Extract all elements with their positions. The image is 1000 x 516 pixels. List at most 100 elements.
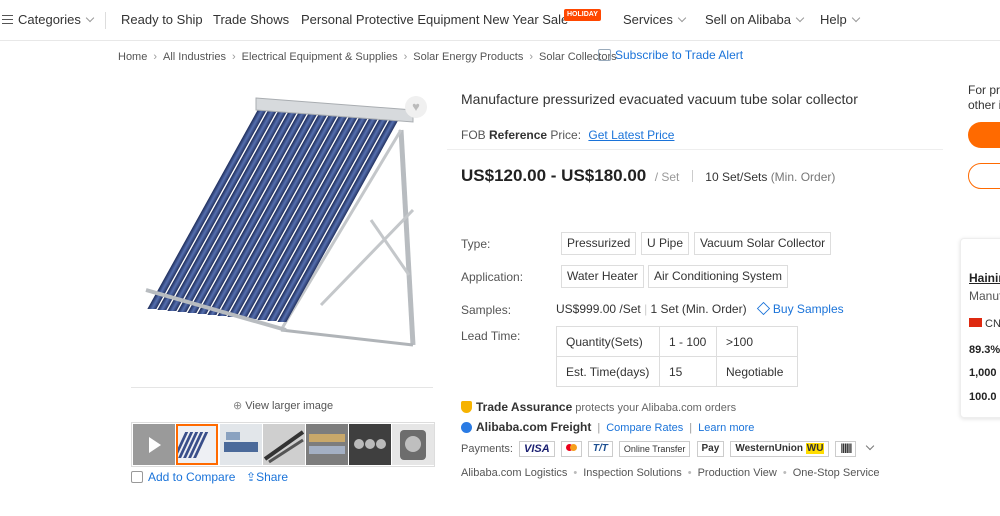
favorite-heart-icon[interactable]: ♥ [405,96,427,118]
table-cell: Negotiable [716,356,798,387]
breadcrumb-all-industries[interactable]: All Industries [163,51,226,63]
fob-reference-price: FOB Reference Price: Get Latest Price [461,128,674,142]
thumbnail-graphic [178,426,216,463]
western-union-label: WesternUnion [735,443,803,454]
separator: • [573,467,578,479]
min-order-value: 10 Set/Sets [705,170,768,184]
mastercard-icon [560,441,582,457]
compare-rates-link[interactable]: Compare Rates [606,422,683,434]
nav-sell-on-alibaba[interactable]: Sell on Alibaba [705,12,805,28]
nav-services-label: Services [623,12,673,27]
share-label: Share [256,470,289,484]
nav-help-label: Help [820,12,847,27]
thumbnail-graphic [306,424,348,465]
buy-samples-label: Buy Samples [772,302,844,316]
wu-label: WU [805,443,825,454]
chevron-down-icon [677,13,687,23]
chevron-down-icon[interactable] [866,441,875,451]
nav-divider [105,12,106,29]
service-production-view[interactable]: Production View [698,467,777,479]
apple-pay-icon: Pay [696,441,725,457]
online-transfer-icon: Online Transfer [618,441,691,457]
breadcrumb-home[interactable]: Home [118,51,147,63]
supplier-type: Manuf [969,289,1000,303]
breadcrumb: Home › All Industries › Electrical Equipment… [118,51,617,63]
price-divider [691,170,693,182]
chevron-down-icon [851,13,860,23]
table-cell: 15 [659,356,717,387]
breadcrumb-separator: › [403,51,408,63]
country-code: CN [985,318,1000,330]
nav-categories[interactable]: Categories [18,12,95,28]
nav-new-year-sale[interactable]: New Year Sale [483,12,568,28]
chevron-down-icon [795,13,805,23]
western-union-icon: WesternUnion WU [730,441,830,457]
share-icon: ⇪ [246,470,257,484]
secondary-button[interactable] [968,163,1000,189]
product-main-image[interactable] [131,90,433,388]
thumbnail-image[interactable] [349,424,391,465]
freight-row: Alibaba.com Freight | Compare Rates | Learn … [461,420,754,434]
thumbnail-graphic [263,424,305,465]
thumbnail-strip [131,422,435,467]
service-inspection[interactable]: Inspection Solutions [583,467,681,479]
trade-assurance-label: Trade Assurance [476,400,573,414]
nav-ready-to-ship[interactable]: Ready to Ship [121,12,203,28]
nav-services[interactable]: Services [623,12,687,28]
nav-sell-label: Sell on Alibaba [705,12,792,27]
thumbnail-image[interactable] [220,424,262,465]
mail-icon [598,49,611,61]
get-latest-price-link[interactable]: Get Latest Price [588,128,674,142]
breadcrumb-electrical[interactable]: Electrical Equipment & Supplies [242,51,398,63]
nav-categories-label: Categories [18,12,81,27]
nav-help[interactable]: Help [820,12,860,28]
visa-icon: VISA [519,441,555,457]
contact-supplier-button[interactable] [968,122,1000,148]
top-navigation: Categories Ready to Ship Trade Shows Per… [0,0,1000,41]
menu-icon[interactable] [2,15,13,24]
add-to-compare[interactable]: Add to Compare [131,470,235,484]
samples-label: Samples: [461,303,512,317]
type-tag: Vacuum Solar Collector [694,232,832,255]
lead-time-label: Lead Time: [461,329,521,343]
box-icon [756,301,771,316]
divider [447,149,943,150]
thumbnail-image[interactable] [176,424,218,465]
application-tag: Air Conditioning System [648,265,789,288]
buy-samples-link[interactable]: Buy Samples [756,301,844,316]
breadcrumb-solar-energy[interactable]: Solar Energy Products [413,51,523,63]
product-title: Manufacture pressurized evacuated vacuum… [461,91,858,107]
right-panel-text: other i [968,98,1000,112]
share-button[interactable]: ⇪Share [246,470,288,484]
supplier-name[interactable]: Hainin [969,271,1000,285]
table-cell: Quantity(Sets) [556,326,660,357]
table-row: Est. Time(days) 15 Negotiable [556,356,798,387]
services-row: Alibaba.com Logistics • Inspection Solutio… [461,467,880,479]
supplier-stat: 1,000 [969,367,997,379]
separator: • [687,467,692,479]
samples-price: US$999.00 /Set [556,302,641,316]
fob-price-label: Price: [550,128,582,142]
view-larger-label: View larger image [245,400,334,412]
thumbnail-image[interactable] [263,424,305,465]
type-label: Type: [461,237,491,251]
application-tag: Water Heater [561,265,644,288]
nav-trade-shows[interactable]: Trade Shows [213,12,289,28]
service-logistics[interactable]: Alibaba.com Logistics [461,467,567,479]
thumbnail-image[interactable] [392,424,434,465]
lead-time-table: Quantity(Sets) 1 - 100 >100 Est. Time(da… [556,326,798,387]
compare-checkbox[interactable] [131,471,143,483]
service-one-stop[interactable]: One-Stop Service [793,467,880,479]
view-larger-image-link[interactable]: ⊕ View larger image [233,399,333,412]
supplier-stat: 100.0 [969,391,997,403]
type-tag: U Pipe [641,232,690,255]
learn-more-link[interactable]: Learn more [698,422,754,434]
nav-ppe[interactable]: Personal Protective Equipment [301,12,479,28]
samples-info: US$999.00 /Set | 1 Set (Min. Order) Buy … [556,301,844,316]
price-range: US$120.00 - US$180.00 [461,166,647,185]
thumbnail-image[interactable] [306,424,348,465]
subscribe-trade-alert-link[interactable]: Subscribe to Trade Alert [598,48,743,62]
thumbnail-video[interactable] [133,424,175,465]
breadcrumb-separator: › [153,51,158,63]
play-icon [133,424,175,465]
